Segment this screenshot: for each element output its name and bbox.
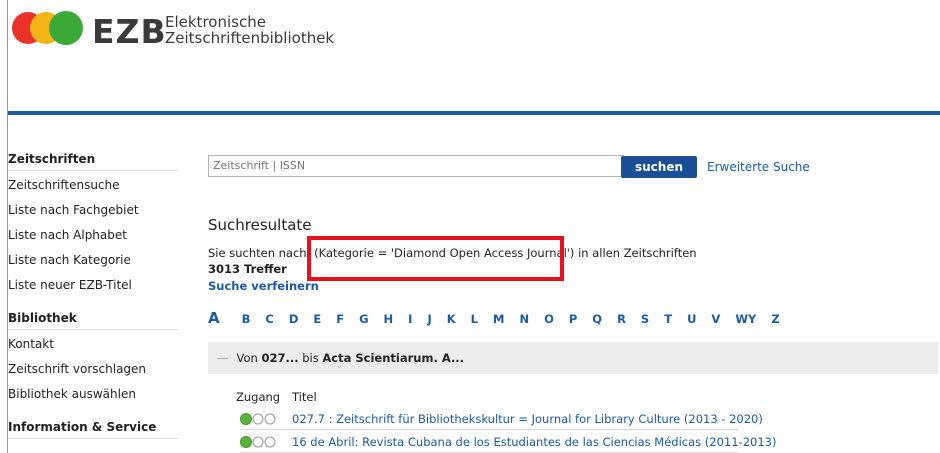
alpha-link-c[interactable]: C bbox=[265, 312, 273, 326]
search-input[interactable]: Zeitschrift | ISSN bbox=[208, 155, 624, 177]
access-traffic-light-icon bbox=[240, 436, 276, 448]
alpha-link-e[interactable]: E bbox=[313, 312, 321, 326]
alpha-link-m[interactable]: M bbox=[493, 312, 504, 326]
alpha-link-v[interactable]: V bbox=[711, 312, 720, 326]
results-title: Suchresultate bbox=[208, 216, 312, 234]
alpha-link-t[interactable]: T bbox=[664, 312, 672, 326]
sidebar-heading-zeitschriften: Zeitschriften bbox=[8, 148, 178, 171]
alpha-link-d[interactable]: D bbox=[289, 312, 299, 326]
logo-subtitle: Elektronische Zeitschriftenbibliothek bbox=[165, 14, 334, 46]
sidebar-item-fachgebiet[interactable]: Liste nach Fachgebiet bbox=[8, 198, 178, 223]
alpha-link-n[interactable]: N bbox=[519, 312, 529, 326]
highlight-annotation bbox=[307, 236, 564, 281]
alpha-link-wy[interactable]: WY bbox=[735, 312, 756, 326]
sidebar-item-zeitschriftensuche[interactable]: Zeitschriftensuche bbox=[8, 173, 178, 198]
ezb-logo[interactable]: EZB Elektronische Zeitschriftenbibliothe… bbox=[12, 8, 492, 51]
alpha-link-i[interactable]: I bbox=[408, 312, 412, 326]
advanced-search-link[interactable]: Erweiterte Suche bbox=[707, 160, 810, 174]
sidebar-item-vorschlagen[interactable]: Zeitschrift vorschlagen bbox=[8, 357, 178, 382]
alphabet-nav: A B C D E F G H I J K L M N O P Q R S T U V WY Z bbox=[208, 308, 795, 327]
access-traffic-light-icon bbox=[240, 413, 276, 425]
list-item: 16 de Abril: Revista Cubana de los Estud… bbox=[240, 432, 776, 453]
sidebar-item-kategorie[interactable]: Liste nach Kategorie bbox=[8, 248, 178, 273]
range-from-value: 027... bbox=[261, 351, 299, 365]
header-divider bbox=[8, 111, 940, 115]
alpha-link-l[interactable]: L bbox=[471, 312, 478, 326]
query-suffix: in allen Zeitschriften bbox=[578, 246, 697, 260]
alpha-link-s[interactable]: S bbox=[641, 312, 649, 326]
range-from-label: Von bbox=[236, 351, 258, 365]
alpha-link-h[interactable]: H bbox=[384, 312, 394, 326]
alpha-link-p[interactable]: P bbox=[569, 312, 577, 326]
sidebar-heading-bibliothek: Bibliothek bbox=[8, 307, 178, 330]
alpha-link-z[interactable]: Z bbox=[771, 312, 779, 326]
sidebar: Zeitschriften Zeitschriftensuche Liste n… bbox=[8, 148, 178, 441]
alpha-link-g[interactable]: G bbox=[359, 312, 368, 326]
sidebar-item-alphabet[interactable]: Liste nach Alphabet bbox=[8, 223, 178, 248]
alpha-link-b[interactable]: B bbox=[242, 312, 251, 326]
range-bar[interactable]: — Von 027... bis Acta Scientiarum. A... bbox=[208, 342, 938, 374]
alpha-link-k[interactable]: K bbox=[447, 312, 456, 326]
alpha-link-o[interactable]: O bbox=[544, 312, 554, 326]
alpha-link-q[interactable]: Q bbox=[592, 312, 602, 326]
sidebar-item-bibliothek-auswaehlen[interactable]: Bibliothek auswählen bbox=[8, 382, 178, 407]
search-button[interactable]: suchen bbox=[621, 156, 697, 178]
column-access: Zugang bbox=[236, 390, 281, 404]
sidebar-item-kontakt[interactable]: Kontakt bbox=[8, 332, 178, 357]
journal-title-link[interactable]: 16 de Abril: Revista Cubana de los Estud… bbox=[292, 432, 776, 452]
sidebar-item-neue-titel[interactable]: Liste neuer EZB-Titel bbox=[8, 273, 178, 298]
logo-subtitle-line2: Zeitschriftenbibliothek bbox=[165, 29, 335, 47]
logo-text: EZB bbox=[92, 12, 167, 51]
hit-count: 3013 Treffer bbox=[208, 262, 287, 276]
column-title: Titel bbox=[292, 390, 317, 404]
range-to-label: bis bbox=[302, 351, 319, 365]
list-header: Zugang Titel bbox=[236, 390, 317, 404]
range-to-value: Acta Scientiarum. A... bbox=[322, 351, 465, 365]
collapse-icon[interactable]: — bbox=[217, 342, 229, 374]
journal-title-link[interactable]: 027.7 : Zeitschrift für Bibliothekskultu… bbox=[292, 409, 763, 429]
logo-circles-icon bbox=[12, 11, 83, 45]
sidebar-heading-information: Information & Service bbox=[8, 416, 178, 439]
alpha-link-a[interactable]: A bbox=[208, 309, 220, 327]
alpha-link-u[interactable]: U bbox=[687, 312, 696, 326]
list-item: 027.7 : Zeitschrift für Bibliothekskultu… bbox=[240, 409, 763, 430]
alpha-link-j[interactable]: J bbox=[427, 312, 431, 326]
alpha-link-f[interactable]: F bbox=[336, 312, 344, 326]
query-prefix: Sie suchten nach: bbox=[208, 246, 311, 260]
refine-search-link[interactable]: Suche verfeinern bbox=[208, 279, 319, 293]
alpha-link-r[interactable]: R bbox=[617, 312, 626, 326]
